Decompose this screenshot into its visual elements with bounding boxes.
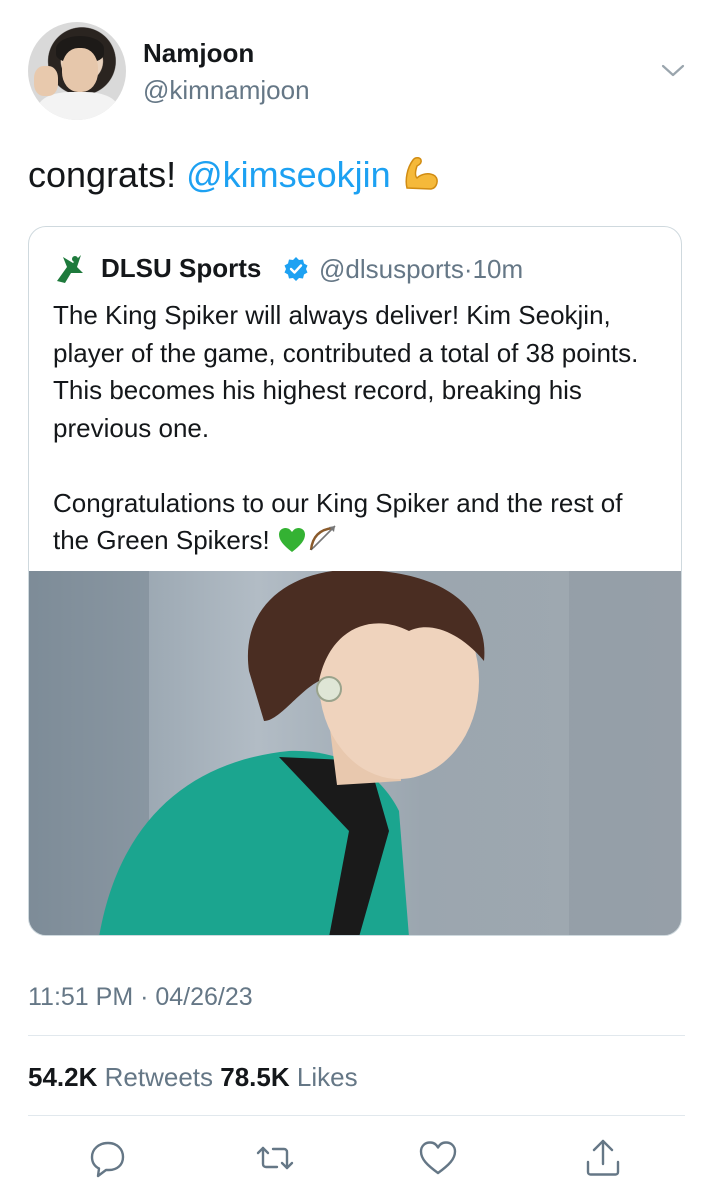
- verified-badge-icon: [284, 257, 308, 281]
- quote-author-name[interactable]: DLSU Sports: [101, 253, 261, 284]
- flexed-biceps-icon: [405, 157, 438, 190]
- green-heart-icon: [279, 528, 305, 552]
- author-name[interactable]: Namjoon: [143, 38, 254, 69]
- tweet-body: congrats!: [28, 154, 187, 195]
- like-icon[interactable]: [418, 1138, 458, 1178]
- retweets-count[interactable]: 54.2K: [28, 1062, 97, 1092]
- quote-paragraph-1: The King Spiker will always deliver! Kim…: [53, 300, 639, 443]
- likes-label[interactable]: Likes: [297, 1062, 358, 1092]
- chevron-down-icon[interactable]: [660, 60, 686, 80]
- quote-meta: @dlsusports·10m: [319, 254, 523, 285]
- divider: [28, 1035, 685, 1036]
- share-icon[interactable]: [583, 1138, 623, 1178]
- quote-author-handle[interactable]: @dlsusports: [319, 254, 464, 284]
- tweet-stats: 54.2K Retweets 78.5K Likes: [28, 1062, 358, 1093]
- retweets-label[interactable]: Retweets: [105, 1062, 213, 1092]
- dlsu-logo-icon: [57, 255, 83, 283]
- mention-link[interactable]: @kimseokjin: [186, 154, 391, 195]
- quote-body: The King Spiker will always deliver! Kim…: [53, 297, 663, 560]
- retweet-icon[interactable]: [255, 1138, 295, 1178]
- author-handle[interactable]: @kimnamjoon: [143, 75, 310, 106]
- divider: [28, 1115, 685, 1116]
- quote-photo[interactable]: [29, 571, 682, 936]
- reply-icon[interactable]: [88, 1138, 128, 1178]
- quote-paragraph-2: Congratulations to our King Spiker and t…: [53, 485, 663, 560]
- tweet-text: congrats! @kimseokjin: [28, 154, 441, 196]
- quote-separator: ·: [463, 254, 473, 284]
- quote-time: 10m: [472, 254, 524, 284]
- likes-count[interactable]: 78.5K: [220, 1062, 289, 1092]
- bow-and-arrow-icon: [309, 525, 336, 551]
- avatar[interactable]: [28, 22, 126, 120]
- tweet-timestamp[interactable]: 11:51 PM · 04/26/23: [28, 983, 253, 1012]
- quoted-tweet[interactable]: DLSU Sports @dlsusports·10m The King Spi…: [28, 226, 682, 936]
